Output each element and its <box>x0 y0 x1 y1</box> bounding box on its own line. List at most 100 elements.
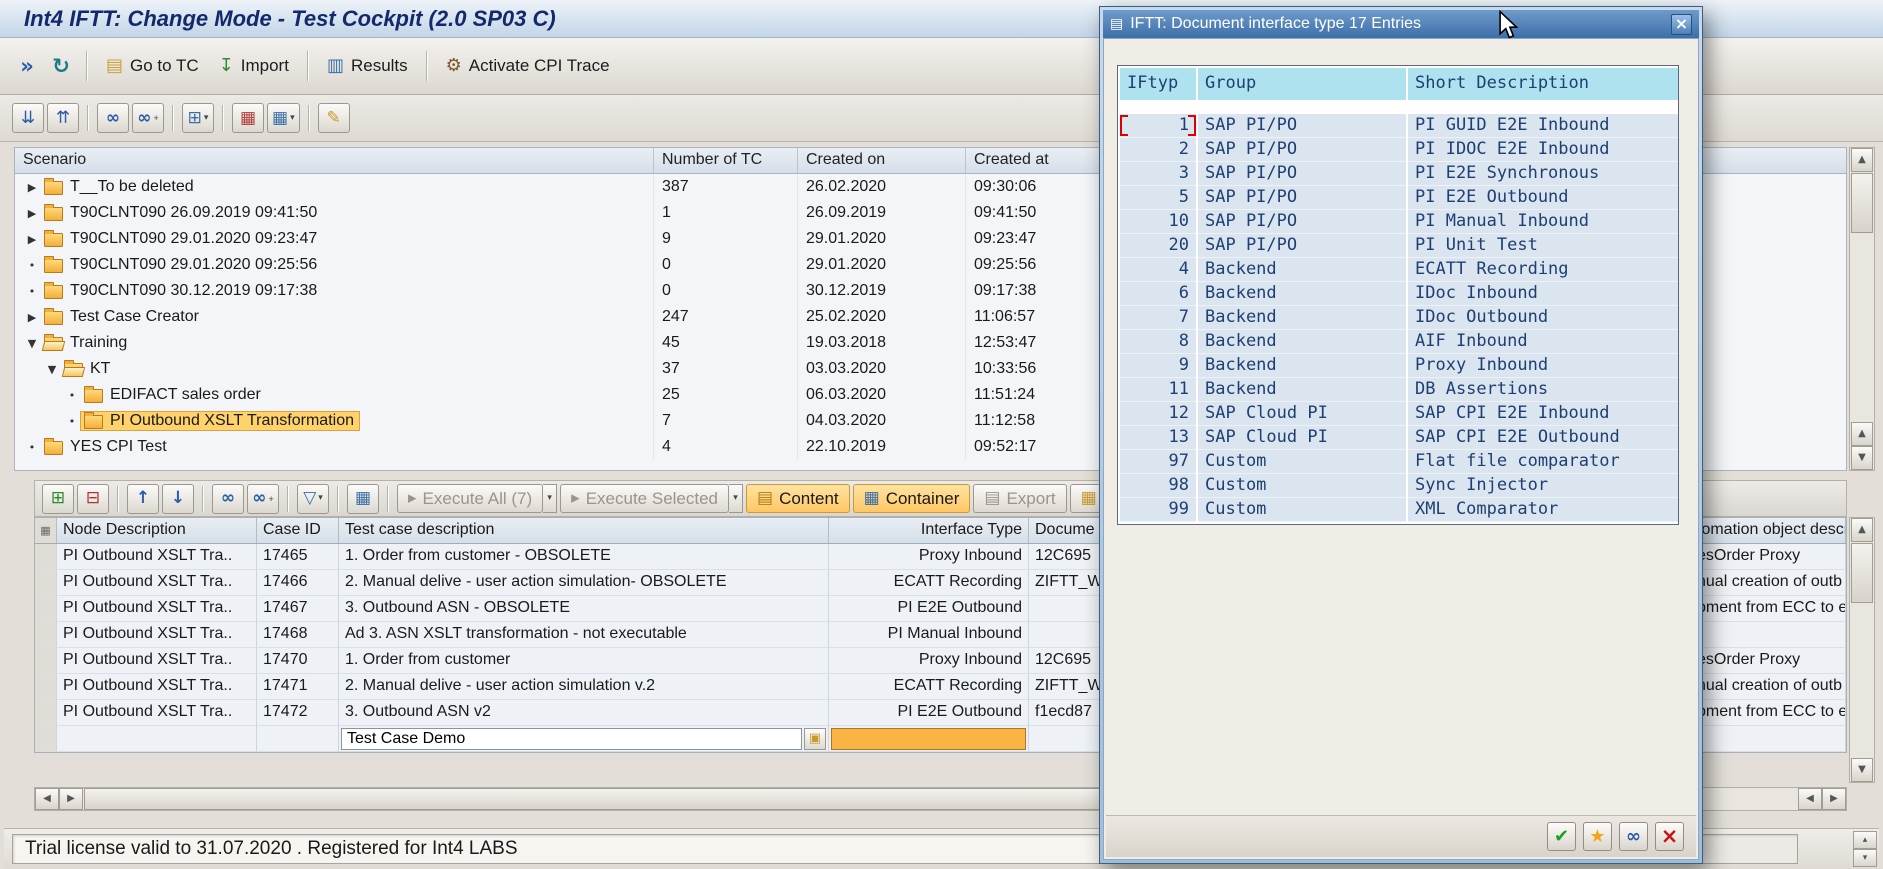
confirm-button[interactable]: ✔ <box>1547 822 1576 851</box>
navigate-icon[interactable]: » <box>10 49 44 83</box>
expander-icon[interactable]: ▶ <box>23 312 41 323</box>
short-description-cell[interactable]: SAP CPI E2E Outbound <box>1408 426 1678 450</box>
interface-type-row[interactable]: 97CustomFlat file comparator <box>1120 450 1676 474</box>
row-selector[interactable] <box>35 622 57 648</box>
dialog-titlebar[interactable]: ▤ IFTT: Document interface type 17 Entri… <box>1103 10 1699 38</box>
chevron-up-icon[interactable]: ▴ <box>1853 831 1877 849</box>
short-description-cell[interactable]: SAP CPI E2E Inbound <box>1408 402 1678 426</box>
short-description-cell[interactable]: ECATT Recording <box>1408 258 1678 282</box>
iftyp-cell[interactable]: 13 <box>1120 426 1196 450</box>
row-selector[interactable] <box>35 726 57 752</box>
iftyp-cell[interactable]: 9 <box>1120 354 1196 378</box>
interface-type-row[interactable]: 3SAP PI/POPI E2E Synchronous <box>1120 162 1676 186</box>
content-button[interactable]: ▤Content <box>746 484 850 513</box>
sort-ascending-button[interactable]: ↑ <box>127 484 159 514</box>
scroll-left-icon[interactable]: ◀ <box>1798 788 1822 810</box>
interface-type-row[interactable]: 98CustomSync Injector <box>1120 474 1676 498</box>
expander-icon[interactable]: ▶ <box>23 182 41 193</box>
scroll-right-icon[interactable]: ▶ <box>59 788 83 810</box>
find-button[interactable]: ∞ <box>97 103 129 133</box>
group-cell[interactable]: SAP PI/PO <box>1198 234 1406 258</box>
selected-node-highlight[interactable]: PI Outbound XSLT Transformation <box>81 412 359 430</box>
short-description-cell[interactable]: IDoc Inbound <box>1408 282 1678 306</box>
execute-selected-button[interactable]: ▸Execute Selected <box>560 484 729 513</box>
interface-type-row[interactable]: 4BackendECATT Recording <box>1120 258 1676 282</box>
short-description-cell[interactable]: Flat file comparator <box>1408 450 1678 474</box>
table-add-button[interactable]: ▦▾ <box>267 103 300 133</box>
find-button[interactable]: ∞ <box>212 484 244 514</box>
short-description-cell[interactable]: PI IDOC E2E Inbound <box>1408 138 1678 162</box>
short-description-cell[interactable]: AIF Inbound <box>1408 330 1678 354</box>
group-cell[interactable]: SAP PI/PO <box>1198 162 1406 186</box>
filter-button[interactable]: ▽▾ <box>297 484 329 514</box>
col-case-id[interactable]: Case ID <box>257 518 339 543</box>
cancel-button[interactable]: × <box>1655 822 1684 851</box>
iftyp-cell[interactable]: 99 <box>1120 498 1196 522</box>
group-cell[interactable]: Backend <box>1198 378 1406 402</box>
iftyp-cell[interactable]: 11 <box>1120 378 1196 402</box>
row-selector[interactable] <box>35 570 57 596</box>
col-interface-type[interactable]: Interface Type <box>829 518 1029 543</box>
col-automation-object[interactable]: tomation object descr <box>1689 518 1846 543</box>
group-cell[interactable]: SAP PI/PO <box>1198 186 1406 210</box>
short-description-cell[interactable]: PI Manual Inbound <box>1408 210 1678 234</box>
interface-type-row[interactable]: 9BackendProxy Inbound <box>1120 354 1676 378</box>
execute-all-button[interactable]: ▸Execute All (7) <box>397 484 543 513</box>
iftyp-cell[interactable]: 10 <box>1120 210 1196 234</box>
refresh-icon[interactable]: ↻ <box>44 49 78 83</box>
insert-row-button[interactable]: ⊞ <box>42 484 74 514</box>
interface-type-row[interactable]: 99CustomXML Comparator <box>1120 498 1676 522</box>
interface-type-row[interactable]: 8BackendAIF Inbound <box>1120 330 1676 354</box>
interface-type-input[interactable] <box>831 728 1026 750</box>
group-cell[interactable]: Custom <box>1198 498 1406 522</box>
find-button[interactable]: ∞ <box>1619 822 1648 851</box>
interface-type-row[interactable]: 20SAP PI/POPI Unit Test <box>1120 234 1676 258</box>
col-number-of-tc[interactable]: Number of TC <box>654 148 798 173</box>
select-all-header[interactable]: ▦ <box>35 518 57 543</box>
group-cell[interactable]: SAP Cloud PI <box>1198 402 1406 426</box>
iftyp-cell[interactable]: 98 <box>1120 474 1196 498</box>
scrollbar-thumb[interactable] <box>1851 543 1873 603</box>
short-description-cell[interactable]: DB Assertions <box>1408 378 1678 402</box>
scenario-node-label[interactable]: Test Case Creator <box>70 308 199 326</box>
expander-icon[interactable]: ▼ <box>43 364 61 375</box>
interface-type-row[interactable]: 5SAP PI/POPI E2E Outbound <box>1120 186 1676 210</box>
col-scenario[interactable]: Scenario <box>15 148 654 173</box>
col-node-description[interactable]: Node Description <box>57 518 257 543</box>
iftyp-cell[interactable]: 5 <box>1120 186 1196 210</box>
col-short-description[interactable]: Short Description <box>1408 68 1678 100</box>
row-selector[interactable] <box>35 648 57 674</box>
iftyp-cell[interactable]: 4 <box>1120 258 1196 282</box>
scenario-node-label[interactable]: PI Outbound XSLT Transformation <box>110 412 354 430</box>
sort-descending-button[interactable]: ↓ <box>162 484 194 514</box>
scenario-node-label[interactable]: YES CPI Test <box>70 438 167 456</box>
value-help-icon[interactable]: ▣ <box>804 728 826 750</box>
scrollbar-thumb[interactable] <box>84 788 1234 810</box>
expander-icon[interactable]: ▶ <box>23 208 41 219</box>
scroll-up-icon[interactable]: ▲ <box>1851 422 1873 446</box>
iftyp-cell[interactable]: 7 <box>1120 306 1196 330</box>
group-cell[interactable]: SAP PI/PO <box>1198 138 1406 162</box>
scenario-node-label[interactable]: EDIFACT sales order <box>110 386 261 404</box>
row-selector[interactable] <box>35 674 57 700</box>
group-cell[interactable]: Backend <box>1198 282 1406 306</box>
short-description-cell[interactable]: IDoc Outbound <box>1408 306 1678 330</box>
interface-type-row[interactable]: 13SAP Cloud PISAP CPI E2E Outbound <box>1120 426 1676 450</box>
execute-selected-dropdown-icon[interactable]: ▾ <box>729 484 743 513</box>
interface-type-row[interactable]: 7BackendIDoc Outbound <box>1120 306 1676 330</box>
row-selector[interactable] <box>35 596 57 622</box>
chevron-down-icon[interactable]: ▾ <box>1853 849 1877 867</box>
iftyp-cell[interactable]: 12 <box>1120 402 1196 426</box>
status-expand-control[interactable]: ▴ ▾ <box>1853 831 1877 867</box>
expander-icon[interactable]: ▼ <box>23 338 41 349</box>
find-next-button[interactable]: ∞+ <box>247 484 279 514</box>
expander-icon[interactable]: ▶ <box>23 234 41 245</box>
scroll-left-icon[interactable]: ◀ <box>35 788 59 810</box>
scenario-node-label[interactable]: KT <box>90 360 110 378</box>
iftyp-cell[interactable]: 97 <box>1120 450 1196 474</box>
scenario-node-label[interactable]: T90CLNT090 29.01.2020 09:23:47 <box>70 230 317 248</box>
short-description-cell[interactable]: PI E2E Synchronous <box>1408 162 1678 186</box>
collapse-all-button[interactable]: ⇈ <box>47 103 79 133</box>
group-cell[interactable]: Backend <box>1198 306 1406 330</box>
short-description-cell[interactable]: XML Comparator <box>1408 498 1678 522</box>
